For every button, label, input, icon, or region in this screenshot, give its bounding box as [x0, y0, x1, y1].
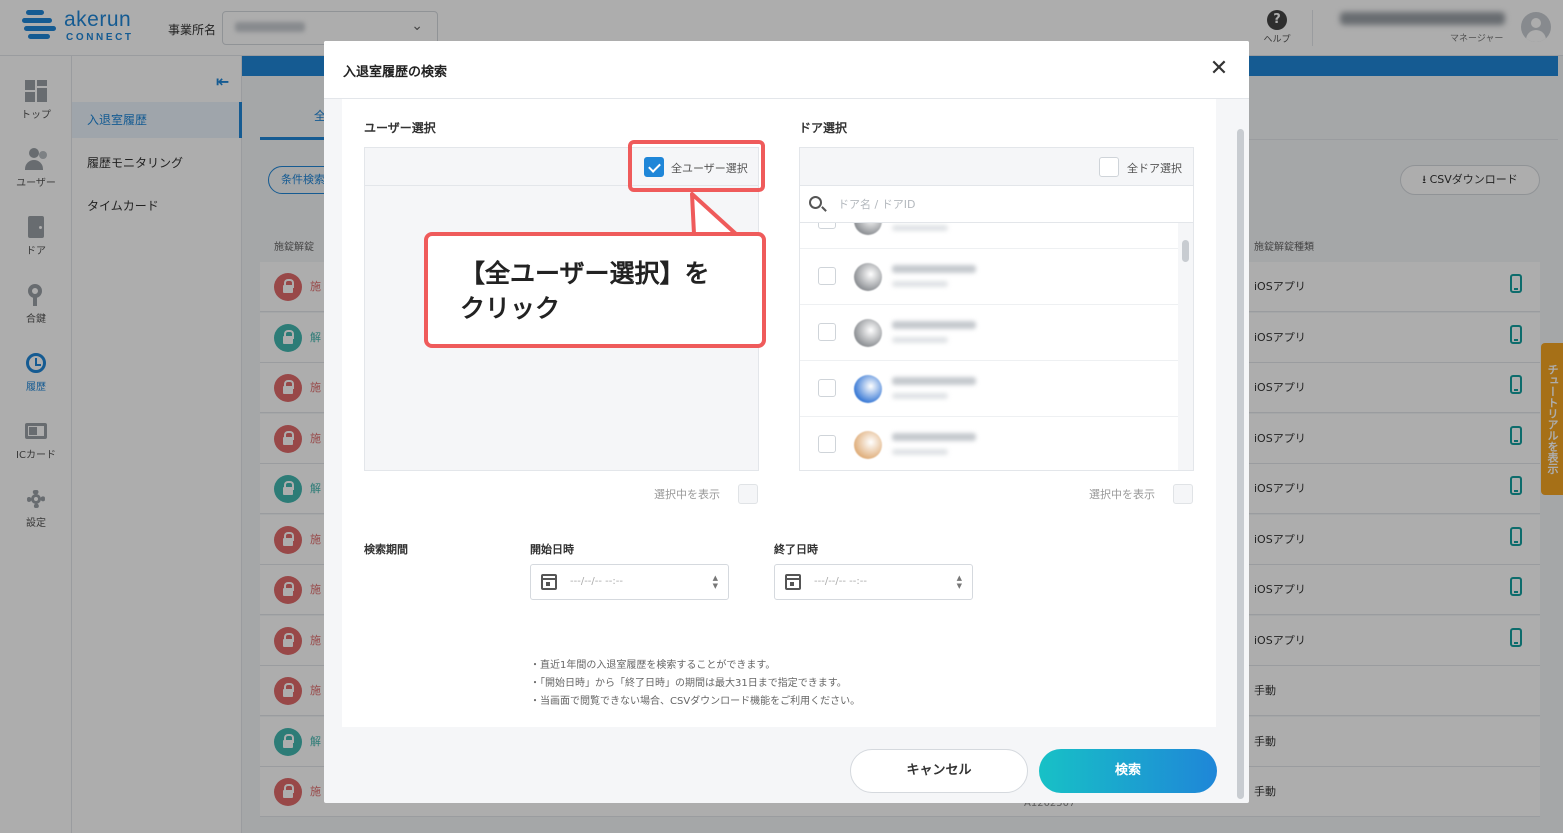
modal-scrollbar[interactable]	[1237, 129, 1244, 799]
door-list-scrollbar[interactable]	[1182, 240, 1189, 262]
door-search-row	[800, 186, 1193, 223]
end-datetime-input[interactable]: ---/--/-- --:-- ▲ ▼	[774, 564, 973, 600]
door-thumbnail	[854, 431, 882, 459]
door-checkbox[interactable]	[818, 323, 836, 341]
door-id-blurred	[892, 281, 948, 287]
callout-text: 【全ユーザー選択】を クリック	[460, 256, 710, 326]
door-thumbnail	[854, 263, 882, 291]
all-users-highlight-box	[628, 140, 765, 192]
period-label: 検索期間	[364, 543, 408, 556]
cancel-button[interactable]: キャンセル	[850, 749, 1028, 793]
door-checkbox[interactable]	[818, 435, 836, 453]
end-datetime-label: 終了日時	[774, 543, 818, 556]
modal-body: ユーザー選択 全ユーザー選択 選択中を表示 ドア選択 全ドア選択 選択中を表示	[342, 99, 1216, 727]
all-doors-label[interactable]: 全ドア選択	[1127, 160, 1182, 176]
note-line: ・当画面で閲覧できない場合、CSVダウンロード機能をご利用ください。	[530, 696, 861, 707]
spinner-icon[interactable]: ▲ ▼	[957, 574, 962, 590]
search-button[interactable]: 検索	[1039, 749, 1217, 793]
search-notes: ・直近1年間の入退室履歴を検索することができます。 ・「開始日時」から「終了日時…	[530, 657, 860, 711]
door-name-blurred	[892, 265, 976, 273]
start-datetime-input[interactable]: ---/--/-- --:-- ▲ ▼	[530, 564, 729, 600]
modal-header: 入退室履歴の検索 ✕	[324, 41, 1249, 99]
door-name-blurred	[892, 433, 976, 441]
door-search-input[interactable]	[838, 194, 1138, 214]
door-thumbnail	[854, 319, 882, 347]
door-list-item[interactable]	[800, 417, 1178, 470]
close-icon[interactable]: ✕	[1208, 58, 1230, 80]
all-doors-checkbox[interactable]	[1099, 157, 1119, 177]
door-show-selected-label: 選択中を表示	[1089, 488, 1155, 501]
door-thumbnail	[854, 223, 882, 235]
door-name-blurred	[892, 321, 976, 329]
instruction-callout: 【全ユーザー選択】を クリック	[424, 232, 766, 348]
calendar-icon	[785, 574, 801, 590]
door-list	[800, 223, 1178, 470]
spinner-icon[interactable]: ▲ ▼	[713, 574, 718, 590]
door-name-blurred	[892, 377, 976, 385]
modal-title: 入退室履歴の検索	[343, 65, 448, 80]
note-line: ・直近1年間の入退室履歴を検索することができます。	[530, 660, 776, 671]
callout-line-1: 【全ユーザー選択】を	[460, 259, 710, 288]
door-thumbnail	[854, 375, 882, 403]
calendar-icon	[541, 574, 557, 590]
door-list-item[interactable]	[800, 305, 1178, 361]
door-panel-header: 全ドア選択	[800, 148, 1193, 186]
start-datetime-label: 開始日時	[530, 543, 574, 556]
user-section-label: ユーザー選択	[364, 121, 436, 135]
door-id-blurred	[892, 449, 948, 455]
door-id-blurred	[892, 393, 948, 399]
door-checkbox[interactable]	[818, 267, 836, 285]
door-id-blurred	[892, 337, 948, 343]
door-checkbox[interactable]	[818, 223, 836, 229]
door-checkbox[interactable]	[818, 379, 836, 397]
start-datetime-placeholder: ---/--/-- --:--	[570, 576, 623, 587]
note-line: ・「開始日時」から「終了日時」の期間は最大31日まで指定できます。	[530, 678, 847, 689]
end-datetime-placeholder: ---/--/-- --:--	[814, 576, 867, 587]
door-id-blurred	[892, 225, 948, 231]
door-select-panel: 全ドア選択	[799, 147, 1194, 471]
search-modal: 入退室履歴の検索 ✕ ユーザー選択 全ユーザー選択 選択中を表示 ドア選択 全ド…	[324, 41, 1249, 803]
user-show-selected-checkbox[interactable]	[738, 484, 758, 504]
user-show-selected-label: 選択中を表示	[654, 488, 720, 501]
door-list-item[interactable]	[800, 223, 1178, 249]
search-icon	[809, 196, 822, 209]
door-list-item[interactable]	[800, 361, 1178, 417]
door-list-item[interactable]	[800, 249, 1178, 305]
door-show-selected-checkbox[interactable]	[1173, 484, 1193, 504]
callout-line-2: クリック	[460, 294, 561, 323]
door-section-label: ドア選択	[799, 121, 848, 135]
